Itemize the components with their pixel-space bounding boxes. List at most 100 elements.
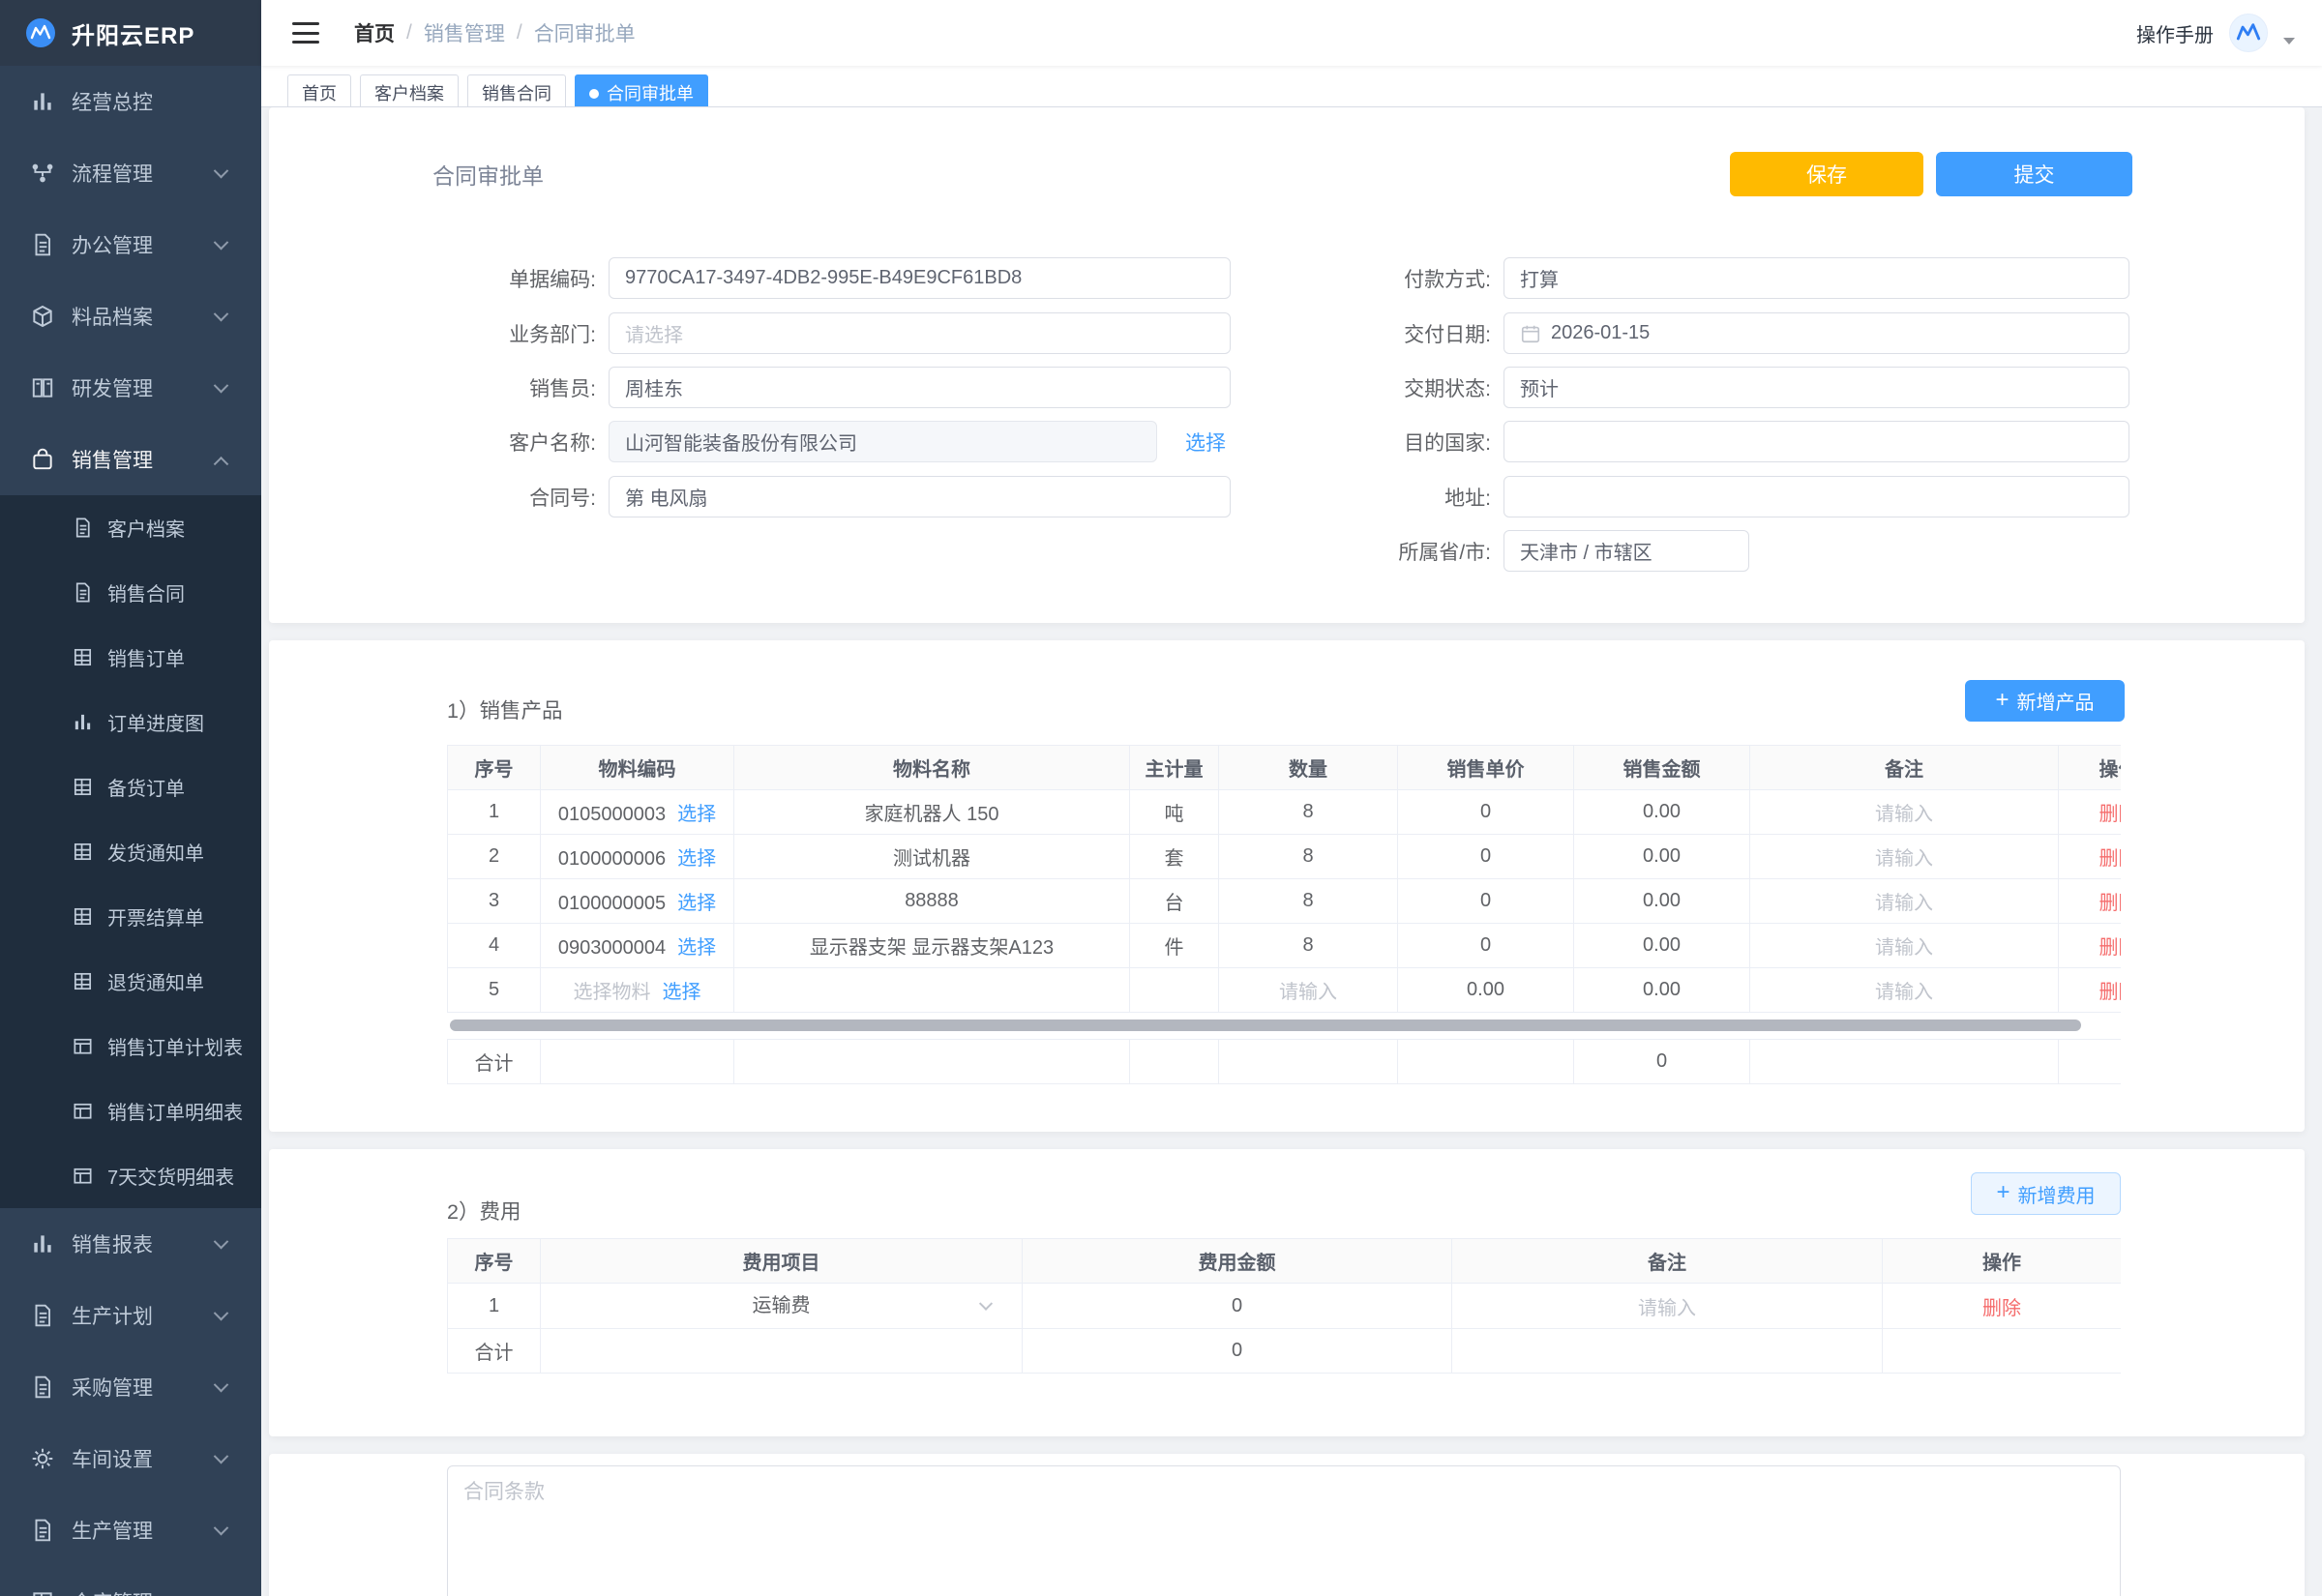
select-customer-link[interactable]: 选择 [1185,428,1226,457]
sidebar-item-business-overview[interactable]: 经营总控 [0,66,261,137]
contract-no-input[interactable]: 第 电风扇 [609,476,1231,517]
tab-home[interactable]: 首页 [287,74,351,107]
remark-cell[interactable]: 请输入 [1452,1284,1883,1329]
gear-icon [30,1446,55,1471]
board-icon [72,1035,94,1057]
payment-input[interactable]: 打算 [1503,257,2129,299]
app-logo: 升阳云ERP [0,0,261,66]
page-content: 合同审批单 保存 提交 单据编码: 9770CA17-3497-4DB2-995… [261,107,2322,1596]
delete-row-link[interactable]: 删除 [2099,982,2122,1003]
fees-section-title: 2）费用 [447,1196,521,1226]
sidebar-item-office-mgmt[interactable]: 办公管理 [0,209,261,281]
contract-terms-textarea[interactable]: 合同条款 [447,1465,2121,1596]
delete-row-link[interactable]: 删除 [1982,1298,2021,1319]
price-cell[interactable]: 0 [1398,924,1574,968]
province-cascader[interactable]: 天津市 / 市辖区 [1503,530,1749,572]
customer-input: 山河智能装备股份有限公司 [609,421,1157,462]
qty-cell[interactable]: 8 [1219,790,1398,835]
sidebar-item-sales-order-detail[interactable]: 销售订单明细表 [0,1079,261,1143]
breadcrumb-sales-mgmt[interactable]: 销售管理 [424,18,505,47]
select-material-link[interactable]: 选择 [677,893,716,914]
sidebar-item-shipping-notice[interactable]: 发货通知单 [0,819,261,884]
sidebar-item-sales-order[interactable]: 销售订单 [0,625,261,690]
sidebar-item-production-plan[interactable]: 生产计划 [0,1280,261,1351]
select-material-link[interactable]: 选择 [663,982,701,1003]
chevron-down-icon [214,377,229,393]
qty-cell[interactable]: 请输入 [1219,968,1398,1013]
operation-manual-link[interactable]: 操作手册 [2136,19,2214,47]
chevron-down-icon [979,1297,993,1311]
remark-cell[interactable]: 请输入 [1750,835,2059,879]
tab-contract-approval[interactable]: 合同审批单 [575,74,708,107]
grid-icon [72,776,94,798]
doc-no-input[interactable]: 9770CA17-3497-4DB2-995E-B49E9CF61BD8 [609,257,1231,299]
select-material-link[interactable]: 选择 [677,937,716,959]
select-material-link[interactable]: 选择 [677,804,716,825]
qty-cell[interactable]: 8 [1219,924,1398,968]
salesman-select[interactable]: 周桂东 [609,367,1231,408]
sidebar-item-sales-mgmt[interactable]: 销售管理 [0,424,261,495]
price-cell[interactable]: 0 [1398,835,1574,879]
chevron-down-icon[interactable] [2283,38,2295,44]
tab-customer-archive[interactable]: 客户档案 [360,74,459,107]
sidebar-item-stock-order[interactable]: 备货订单 [0,754,261,819]
sidebar-item-sales-contract[interactable]: 销售合同 [0,560,261,625]
select-material-link[interactable]: 选择 [677,848,716,870]
delete-row-link[interactable]: 删除 [2099,893,2122,914]
fee-amount-cell[interactable]: 0 [1023,1284,1452,1329]
products-total-table: 合计 0 [447,1039,2121,1084]
sidebar-item-order-progress[interactable]: 订单进度图 [0,690,261,754]
submit-button[interactable]: 提交 [1936,152,2132,196]
sidebar-item-rd-mgmt[interactable]: 研发管理 [0,352,261,424]
delivery-date-input[interactable]: 2026-01-15 [1503,312,2129,354]
sidebar-item-sales-report[interactable]: 销售报表 [0,1208,261,1280]
total-amount-cell: 0 [1023,1329,1452,1374]
delete-row-link[interactable]: 删除 [2099,937,2122,959]
remark-cell[interactable]: 请输入 [1750,924,2059,968]
dest-country-field-row: 目的国家: [1259,421,2129,462]
sidebar-item-purchase-mgmt[interactable]: 采购管理 [0,1351,261,1423]
fee-item-select[interactable]: 运输费 [547,1284,1016,1328]
sidebar-item-production-mgmt[interactable]: 生产管理 [0,1494,261,1566]
address-input[interactable] [1503,476,2129,517]
breadcrumb-home[interactable]: 首页 [354,18,395,47]
qty-cell[interactable]: 8 [1219,879,1398,924]
qty-cell[interactable]: 8 [1219,835,1398,879]
price-cell[interactable]: 0 [1398,790,1574,835]
chevron-down-icon [214,1448,229,1463]
address-field-row: 地址: [1259,476,2129,517]
sidebar-item-warehouse-mgmt[interactable]: 仓库管理 [0,1566,261,1596]
products-card: 1）销售产品 +新增产品 序号 物料编码 物料名称 主计量 数量 销售单价 销售… [269,640,2305,1132]
save-button[interactable]: 保存 [1730,152,1923,196]
delete-row-link[interactable]: 删除 [2099,848,2122,870]
add-product-button[interactable]: +新增产品 [1965,680,2125,722]
chevron-down-icon [214,234,229,250]
dept-select[interactable]: 请选择 [609,312,1231,354]
sidebar-item-process-mgmt[interactable]: 流程管理 [0,137,261,209]
delivery-date-field-row: 交付日期: 2026-01-15 [1259,312,2129,354]
sidebar-item-7day-delivery-detail[interactable]: 7天交货明细表 [0,1143,261,1208]
hamburger-icon[interactable] [292,22,319,44]
plus-icon: + [1995,689,2009,712]
dest-country-input[interactable] [1503,421,2129,462]
price-cell[interactable]: 0.00 [1398,968,1574,1013]
price-cell[interactable]: 0 [1398,879,1574,924]
sidebar-item-customer-archive[interactable]: 客户档案 [0,495,261,560]
sidebar-item-material-archive[interactable]: 料品档案 [0,281,261,352]
total-label-cell: 合计 [448,1040,541,1084]
sidebar-item-invoice-settlement[interactable]: 开票结算单 [0,884,261,949]
delete-row-link[interactable]: 删除 [2099,804,2122,825]
tab-sales-contract[interactable]: 销售合同 [467,74,566,107]
scrollbar-thumb[interactable] [450,1020,2081,1031]
sidebar-item-sales-order-plan[interactable]: 销售订单计划表 [0,1014,261,1079]
remark-cell[interactable]: 请输入 [1750,790,2059,835]
sidebar-item-return-notice[interactable]: 退货通知单 [0,949,261,1014]
delivery-status-select[interactable]: 预计 [1503,367,2129,408]
remark-cell[interactable]: 请输入 [1750,968,2059,1013]
avatar[interactable] [2229,14,2268,52]
remark-cell[interactable]: 请输入 [1750,879,2059,924]
chevron-down-icon [214,1305,229,1320]
customer-field-row: 客户名称: 山河智能装备股份有限公司 选择 [364,421,1226,462]
sidebar-item-workshop-settings[interactable]: 车间设置 [0,1423,261,1494]
add-fee-button[interactable]: +新增费用 [1971,1172,2121,1215]
